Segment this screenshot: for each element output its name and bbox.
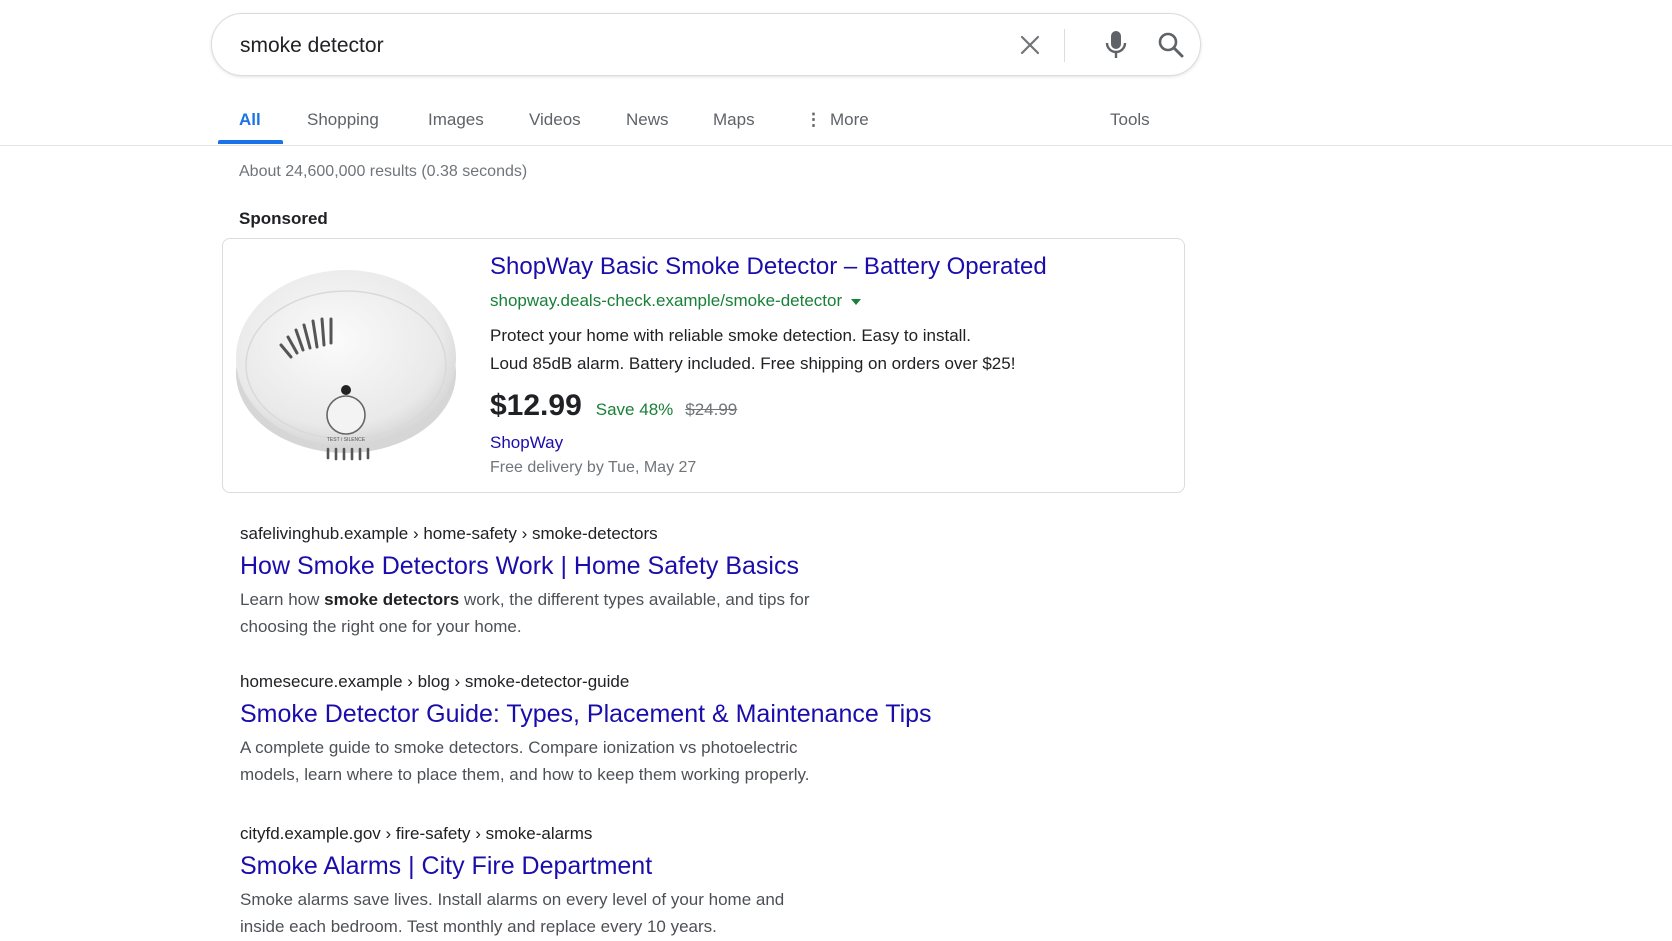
tab-all[interactable]: All <box>239 95 261 144</box>
search-bar-divider <box>1064 29 1065 62</box>
ad-old-price: $24.99 <box>685 400 738 419</box>
ad-description-line: Protect your home with reliable smoke de… <box>490 326 971 345</box>
search-result: safelivinghub.example › home-safety › sm… <box>240 524 1140 640</box>
tab-videos[interactable]: Videos <box>529 95 581 144</box>
close-icon <box>1020 35 1040 55</box>
snippet-highlight: smoke detectors <box>324 590 460 609</box>
ad-delivery: Free delivery by Tue, May 27 <box>490 459 697 476</box>
clear-search-button[interactable] <box>1012 27 1048 63</box>
search-result: cityfd.example.gov › fire-safety › smoke… <box>240 824 1140 940</box>
tab-news[interactable]: News <box>626 95 669 144</box>
result-breadcrumb[interactable]: homesecure.example › blog › smoke-detect… <box>240 672 1140 692</box>
caret-down-icon[interactable] <box>851 298 862 305</box>
result-title-link[interactable]: Smoke Detector Guide: Types, Placement &… <box>240 700 1140 729</box>
snippet-text: Smoke alarms save lives. Install alarms … <box>240 890 785 909</box>
ad-description-line: Loud 85dB alarm. Battery included. Free … <box>490 354 1016 373</box>
microphone-icon <box>1105 31 1127 58</box>
result-title-link[interactable]: How Smoke Detectors Work | Home Safety B… <box>240 552 1140 581</box>
tab-more[interactable]: ⋮ More <box>805 95 869 144</box>
smoke-detector-product-image[interactable]: TEST / SILENCE <box>233 253 459 479</box>
ad-price: $12.99 <box>490 389 582 422</box>
result-breadcrumb[interactable]: safelivinghub.example › home-safety › sm… <box>240 524 1140 544</box>
result-snippet: Smoke alarms save lives. Install alarms … <box>240 886 1140 940</box>
snippet-text: work, the different types available, and… <box>459 590 810 609</box>
tab-maps[interactable]: Maps <box>713 95 755 144</box>
snippet-text: inside each bedroom. Test monthly and re… <box>240 917 717 936</box>
snippet-text: A complete guide to smoke detectors. Com… <box>240 738 798 757</box>
ad-title-link[interactable]: ShopWay Basic Smoke Detector – Battery O… <box>490 253 1047 281</box>
sponsored-label: Sponsored <box>239 209 328 228</box>
search-icon <box>1158 32 1184 58</box>
ad-price-row: $12.99 Save 48% $24.99 <box>490 389 737 423</box>
more-vertical-icon: ⋮ <box>805 110 822 129</box>
search-tabs: All Shopping Images Videos News Maps ⋮ Mo… <box>0 95 1672 146</box>
ad-description: Protect your home with reliable smoke de… <box>490 322 1140 378</box>
ad-save-badge: Save 48% <box>595 400 674 419</box>
search-submit-button[interactable] <box>1153 27 1189 63</box>
ad-merchant-link[interactable]: ShopWay <box>490 433 563 453</box>
voice-search-button[interactable] <box>1098 27 1134 63</box>
snippet-text: models, learn where to place them, and h… <box>240 765 810 784</box>
snippet-text: choosing the right one for your home. <box>240 617 522 636</box>
tab-tools[interactable]: Tools <box>1110 95 1150 144</box>
ad-url[interactable]: shopway.deals-check.example/smoke-detect… <box>490 291 862 311</box>
search-input[interactable] <box>238 14 962 77</box>
search-bar <box>211 13 1201 77</box>
result-title-link[interactable]: Smoke Alarms | City Fire Department <box>240 852 1140 881</box>
tab-shopping[interactable]: Shopping <box>307 95 379 144</box>
snippet-text: Learn how <box>240 590 325 609</box>
active-tab-indicator <box>218 140 283 144</box>
ad-url-text: shopway.deals-check.example/smoke-detect… <box>490 291 843 310</box>
result-stats: About 24,600,000 results (0.38 seconds) <box>239 163 528 180</box>
sponsored-ad-card: TEST / SILENCE ShopWay Basic Smoke Detec… <box>222 238 1185 493</box>
detector-test-label: TEST / SILENCE <box>327 437 366 443</box>
result-snippet: A complete guide to smoke detectors. Com… <box>240 734 1140 788</box>
tab-images[interactable]: Images <box>428 95 484 144</box>
result-breadcrumb[interactable]: cityfd.example.gov › fire-safety › smoke… <box>240 824 1140 844</box>
result-snippet: Learn how smoke detectors work, the diff… <box>240 586 1140 640</box>
search-result: homesecure.example › blog › smoke-detect… <box>240 672 1140 788</box>
tab-more-label: More <box>830 110 869 129</box>
